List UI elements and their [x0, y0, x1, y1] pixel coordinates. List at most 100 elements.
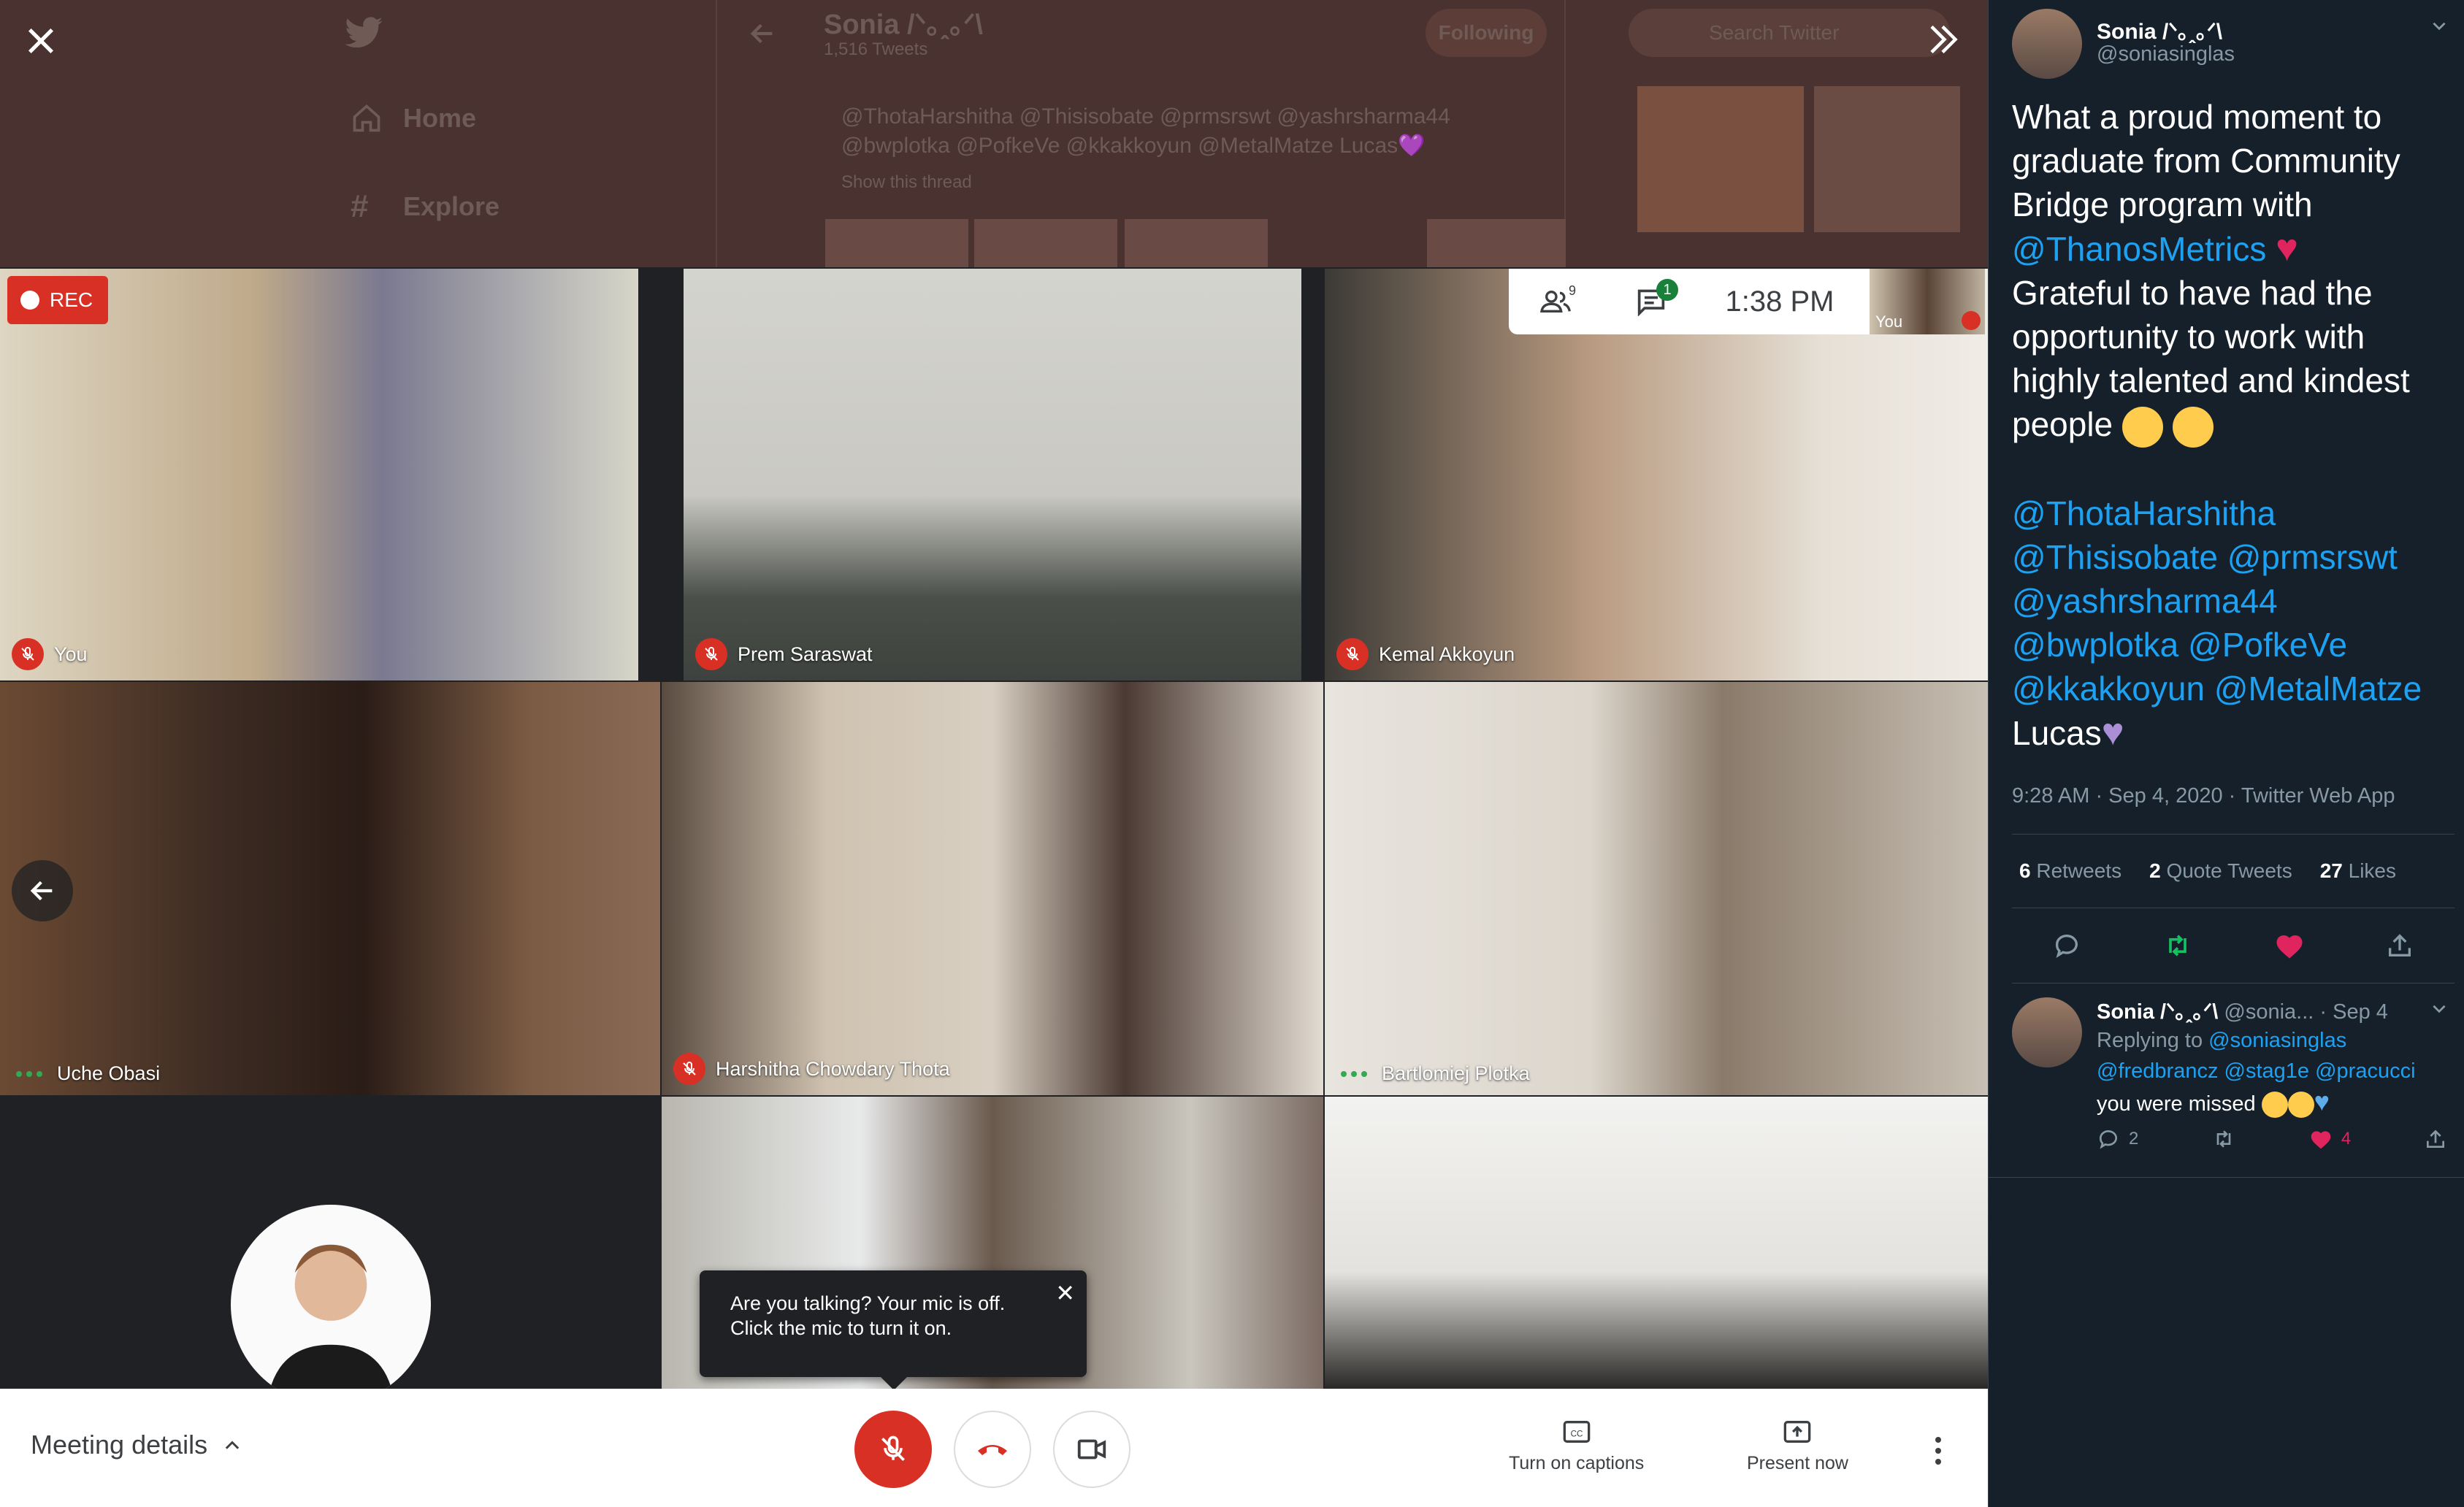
- people-button[interactable]: 9: [1509, 269, 1604, 334]
- arrow-left-icon: [30, 881, 53, 901]
- mic-off-icon: [12, 638, 44, 670]
- likes-stat[interactable]: 27 Likes: [2320, 859, 2396, 883]
- chat-button[interactable]: 1: [1604, 269, 1699, 334]
- home-icon: [353, 104, 380, 132]
- reply-reply-count: 2: [2129, 1129, 2139, 1149]
- reply-text: you were missed ♥: [2097, 1086, 2330, 1119]
- retweet-icon[interactable]: [2162, 931, 2194, 960]
- quote-tweets-stat[interactable]: 2 Quote Tweets: [2149, 859, 2292, 883]
- double-chevron-right-icon[interactable]: [1921, 18, 1964, 61]
- replying-to-mention[interactable]: @soniasinglas: [2208, 1029, 2346, 1052]
- leave-call-button[interactable]: [954, 1411, 1031, 1488]
- bg-mentions-line1: @ThotaHarshitha @Thisisobate @prmsrswt @…: [841, 104, 1450, 129]
- reply-like-count: 4: [2341, 1129, 2352, 1149]
- mention[interactable]: @yashrsharma44: [2012, 582, 2278, 620]
- video-tile-harshitha[interactable]: Harshitha Chowdary Thota: [662, 682, 1323, 1095]
- following-button: Following: [1426, 9, 1547, 57]
- chat-unread-badge: 1: [1656, 279, 1678, 301]
- meet-area: Home # Explore Sonia /ᐠ｡ꞈ｡ᐟ\ 1,516 Tweet…: [0, 0, 1988, 1507]
- mention[interactable]: @kkakkoyun: [2012, 670, 2205, 708]
- retweet-icon: [2216, 1130, 2231, 1148]
- twitter-logo-icon: [345, 17, 383, 48]
- profile-name: Sonia /ᐠ｡ꞈ｡ᐟ\: [824, 9, 983, 40]
- reply-tweet[interactable]: Sonia /ᐠ｡ꞈ｡ᐟ\ @sonia... · Sep 4 Replying…: [1989, 983, 2464, 1178]
- speaking-indicator-icon: [1336, 1070, 1371, 1077]
- meeting-details-button[interactable]: Meeting details: [31, 1430, 242, 1460]
- chevron-down-icon[interactable]: [2430, 16, 2449, 35]
- self-view-thumbnail[interactable]: You: [1870, 269, 1985, 334]
- red-heart-emoji-icon: ♥: [2276, 227, 2299, 269]
- likes-label: Likes: [2348, 859, 2397, 882]
- blue-heart-emoji-icon: ♥: [2314, 1086, 2330, 1116]
- mention-thanosmetrics[interactable]: @ThanosMetrics: [2012, 230, 2266, 268]
- closed-captions-icon: CC: [1563, 1421, 1590, 1443]
- present-now-button[interactable]: Present now: [1747, 1419, 1848, 1474]
- mention[interactable]: @PofkeVe: [2188, 626, 2347, 664]
- search-twitter-field: Search Twitter: [1629, 9, 1950, 57]
- tweet-text: What a proud moment to graduate from Com…: [2012, 95, 2450, 755]
- reply-like-button[interactable]: 4: [2309, 1128, 2351, 1150]
- speaking-indicator-icon: [12, 1070, 47, 1077]
- captions-button[interactable]: CC Turn on captions: [1509, 1419, 1644, 1474]
- reply-reply-button[interactable]: 2: [2097, 1127, 2138, 1151]
- hang-up-icon: [978, 1445, 1007, 1455]
- share-icon[interactable]: [2385, 931, 2414, 960]
- video-tile-uche[interactable]: Uche Obasi: [0, 682, 660, 1095]
- reply-icon: [2099, 1130, 2117, 1149]
- close-icon[interactable]: [22, 22, 60, 60]
- reply-display-name[interactable]: Sonia /ᐠ｡ꞈ｡ᐟ\: [2097, 1000, 2218, 1024]
- author-display-name[interactable]: Sonia /ᐠ｡ꞈ｡ᐟ\: [2097, 13, 2222, 45]
- mention[interactable]: @Thisisobate: [2012, 538, 2218, 576]
- mention[interactable]: @ThotaHarshitha: [2012, 494, 2276, 532]
- video-tile-bartlomiej[interactable]: Bartlomiej Plotka: [1325, 682, 1988, 1095]
- tweet-timestamp[interactable]: 9:28 AM · Sep 4, 2020 · Twitter Web App: [2012, 784, 2395, 808]
- reply-author-avatar[interactable]: [2012, 997, 2082, 1067]
- tongue-emoji-icon: [2261, 1092, 2288, 1119]
- nav-explore: # Explore: [351, 188, 500, 225]
- mention[interactable]: @MetalMatze: [2214, 670, 2422, 708]
- reply-actions: 2 4: [2097, 1127, 2447, 1151]
- purple-heart-emoji-icon: ♥: [2101, 710, 2124, 754]
- mention[interactable]: @prmsrswt: [2227, 538, 2398, 576]
- author-handle[interactable]: @soniasinglas: [2097, 42, 2235, 66]
- previous-page-button[interactable]: [12, 860, 73, 921]
- reply-share-button[interactable]: [2424, 1127, 2447, 1151]
- microphone-toggle-button[interactable]: [854, 1411, 932, 1488]
- tile-label: Uche Obasi: [0, 1062, 160, 1085]
- nav-home: Home: [351, 102, 476, 134]
- replying-to: Replying to @soniasinglas @fredbrancz @s…: [2097, 1025, 2447, 1086]
- tile-label: You: [0, 638, 88, 670]
- more-options-icon[interactable]: [1935, 1437, 1941, 1465]
- mic-off-icon: [1336, 638, 1369, 670]
- chevron-down-icon[interactable]: [2430, 999, 2449, 1018]
- nav-explore-label: Explore: [403, 191, 500, 221]
- dimmed-twitter-background: Home # Explore Sonia /ᐠ｡ꞈ｡ᐟ\ 1,516 Tweet…: [0, 0, 1988, 267]
- camera-toggle-button[interactable]: [1053, 1411, 1130, 1488]
- replying-to-mention[interactable]: @pracucci: [2315, 1059, 2415, 1083]
- video-tile-person-8[interactable]: [1325, 1097, 1988, 1389]
- share-icon: [2426, 1130, 2444, 1148]
- tile-label: Harshitha Chowdary Thota: [662, 1053, 950, 1085]
- replying-to-mention[interactable]: @fredbrancz: [2097, 1059, 2218, 1083]
- svg-text:CC: CC: [1570, 1430, 1583, 1439]
- participant-avatar: [231, 1205, 431, 1405]
- reply-text-content: you were missed: [2097, 1092, 2256, 1116]
- nav-home-label: Home: [403, 103, 477, 133]
- reply-retweet-button[interactable]: [2211, 1127, 2236, 1151]
- participant-name: You: [54, 643, 88, 665]
- author-avatar[interactable]: [2012, 9, 2082, 79]
- video-tile-prem[interactable]: Prem Saraswat: [684, 269, 1301, 680]
- reply-icon[interactable]: [2052, 931, 2081, 960]
- tooltip-close-icon[interactable]: ✕: [1055, 1281, 1075, 1305]
- video-tile-you[interactable]: You: [0, 269, 638, 680]
- replying-to-mention[interactable]: @stag1e: [2224, 1059, 2310, 1083]
- participants-count: 9: [1569, 283, 1577, 298]
- like-heart-icon[interactable]: [2274, 931, 2305, 960]
- mic-off-tooltip: Are you talking? Your mic is off. Click …: [700, 1270, 1087, 1377]
- present-screen-icon: [1784, 1421, 1811, 1443]
- retweets-stat[interactable]: 6 Retweets: [2019, 859, 2121, 883]
- present-label: Present now: [1747, 1453, 1848, 1473]
- mention[interactable]: @bwplotka: [2012, 626, 2178, 664]
- record-dot-icon: [20, 291, 39, 310]
- tweet-actions: [2012, 908, 2455, 983]
